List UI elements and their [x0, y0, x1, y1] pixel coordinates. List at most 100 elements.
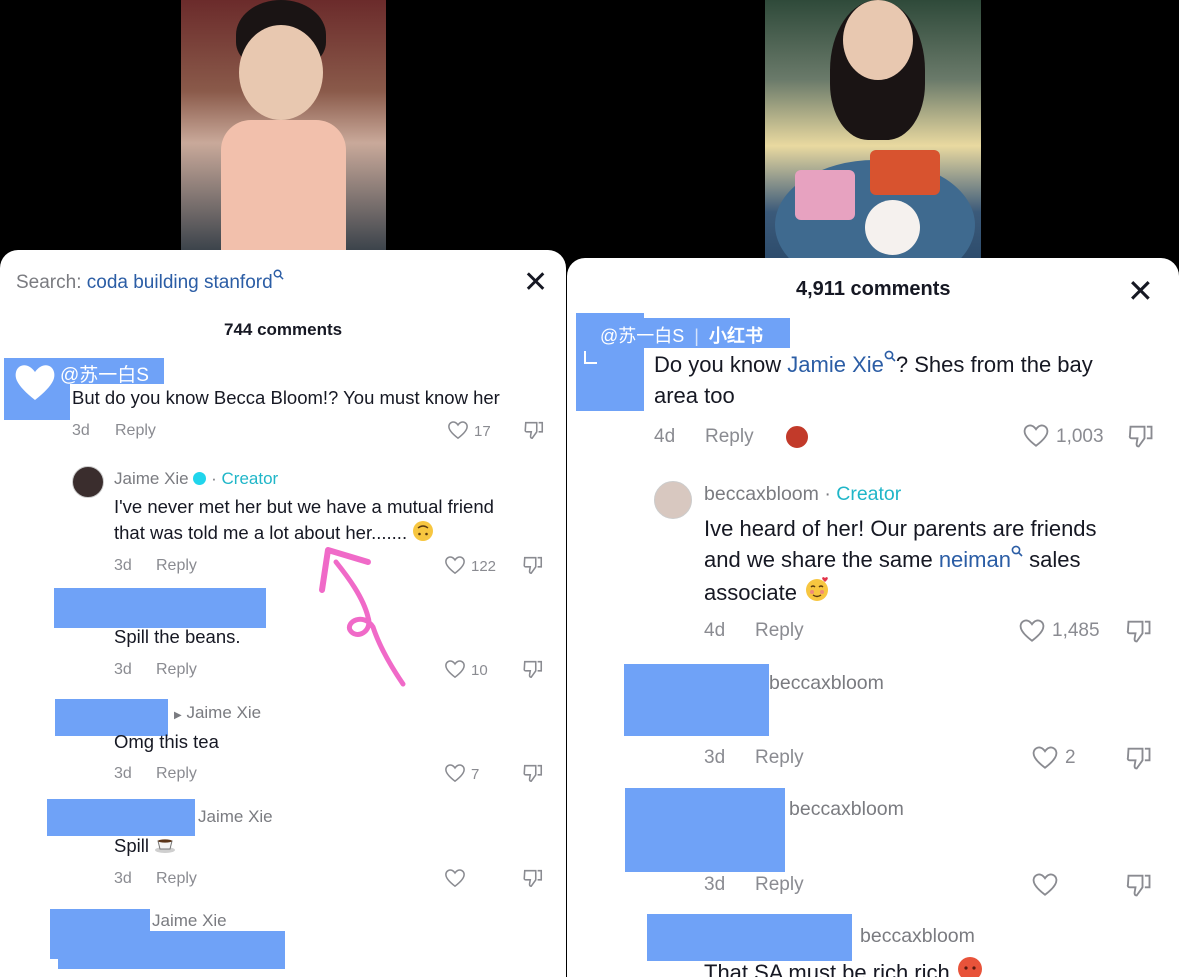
- like-count: 1,485: [1052, 620, 1100, 641]
- search-bar[interactable]: Search: coda building stanford: [16, 269, 284, 294]
- reply-to-name[interactable]: beccaxbloom: [789, 798, 904, 821]
- right-video-frame[interactable]: [765, 0, 981, 265]
- dislike-icon[interactable]: [1125, 871, 1153, 899]
- reply-button[interactable]: Reply: [156, 661, 197, 679]
- comment-text-part: ? Shes from the bay: [895, 352, 1093, 377]
- reply-to-name[interactable]: Jaime Xie: [186, 703, 261, 722]
- reply-button[interactable]: Reply: [115, 422, 156, 440]
- dislike-icon[interactable]: [522, 867, 544, 889]
- close-icon[interactable]: ✕: [1127, 275, 1154, 307]
- watermark-text: @苏一白S: [60, 365, 149, 386]
- coffee-emoji: [155, 839, 176, 853]
- verified-icon: [193, 472, 207, 485]
- comment-text: Spill the beans.: [114, 626, 241, 647]
- heart-icon[interactable]: [1031, 872, 1059, 897]
- comment-text-line1: Do you know Jamie Xie ? Shes from the bay: [654, 349, 1093, 380]
- reply-to: ▶ Jaime Xie: [174, 703, 261, 723]
- comment-time: 3d: [114, 870, 132, 887]
- reply-button[interactable]: Reply: [156, 870, 197, 888]
- creator-badge: Creator: [221, 469, 279, 488]
- comment-time: 3d: [114, 661, 132, 678]
- heart-icon[interactable]: [1018, 618, 1046, 643]
- reply-to-name[interactable]: beccaxbloom: [860, 925, 975, 948]
- comment-text: Omg this tea: [114, 731, 219, 752]
- right-video-cake-1: [795, 170, 855, 220]
- redacted-username: [647, 914, 852, 961]
- watermark-heart-icon: [15, 365, 55, 400]
- dislike-icon[interactable]: [1127, 422, 1155, 450]
- comment-text-line3: associate: [704, 575, 831, 608]
- like-count: 1,003: [1056, 426, 1104, 447]
- right-video-cake-3: [865, 200, 920, 255]
- dislike-icon[interactable]: [522, 658, 544, 680]
- like-count: 17: [474, 423, 491, 440]
- reply-to-name[interactable]: Jaime Xie: [198, 807, 273, 827]
- comment-time: 4d: [704, 620, 726, 641]
- smiling-hearts-emoji: [806, 577, 829, 601]
- search-icon[interactable]: [884, 350, 896, 362]
- close-icon[interactable]: ✕: [523, 268, 548, 298]
- creator-liked-avatar: [784, 424, 810, 450]
- creator-badge: Creator: [836, 483, 902, 505]
- comment-time: 3d: [704, 874, 726, 895]
- reply-button[interactable]: Reply: [156, 557, 197, 575]
- separator: ·: [211, 469, 217, 488]
- left-video-frame[interactable]: [181, 0, 386, 260]
- left-comments-panel: Search: coda building stanford ✕ 744 com…: [0, 250, 566, 977]
- reply-to-name[interactable]: beccaxbloom: [769, 672, 884, 695]
- redacted-username: [625, 788, 785, 872]
- reply-button[interactable]: Reply: [755, 874, 804, 896]
- comment-text-part: and we share the same: [704, 547, 939, 572]
- like-count: 7: [471, 766, 480, 783]
- comment-text-content: Spill: [114, 835, 149, 856]
- avatar[interactable]: [654, 481, 692, 519]
- comments-count: 744 comments: [224, 320, 343, 339]
- avatar[interactable]: [72, 466, 104, 498]
- reply-button[interactable]: Reply: [755, 620, 804, 642]
- search-icon[interactable]: [273, 269, 284, 280]
- dislike-icon[interactable]: [522, 762, 544, 784]
- like-count: 122: [471, 558, 497, 575]
- comment-time: 3d: [704, 747, 726, 768]
- dislike-icon[interactable]: [522, 554, 544, 576]
- comment-text-line2: area too: [654, 383, 735, 408]
- comment-text-line1: Ive heard of her! Our parents are friend…: [704, 516, 1097, 541]
- heart-icon[interactable]: [1022, 423, 1050, 448]
- search-query[interactable]: coda building stanford: [87, 272, 273, 293]
- comments-count: 4,911 comments: [796, 278, 951, 300]
- reply-to-name[interactable]: Jaime Xie: [152, 911, 227, 931]
- heart-icon[interactable]: [444, 555, 466, 575]
- arrow-annotation: [319, 547, 406, 687]
- comment-text: Spill: [114, 833, 178, 859]
- hot-face-emoji: [957, 957, 982, 977]
- dislike-icon[interactable]: [523, 419, 545, 441]
- reply-button[interactable]: Reply: [755, 747, 804, 769]
- reply-button[interactable]: Reply: [705, 426, 754, 448]
- heart-icon[interactable]: [1031, 745, 1059, 770]
- watermark-handle: @苏一白S: [600, 326, 685, 346]
- redacted-username: [47, 799, 195, 836]
- comment-text-line2: and we share the same neiman sales: [704, 544, 1080, 575]
- dislike-icon[interactable]: [1125, 744, 1153, 772]
- mention-link[interactable]: Jamie Xie: [787, 352, 884, 377]
- heart-icon[interactable]: [444, 763, 466, 783]
- heart-icon[interactable]: [444, 659, 466, 679]
- reply-button[interactable]: Reply: [156, 765, 197, 783]
- heart-icon[interactable]: [444, 868, 466, 888]
- author-name[interactable]: Jaime Xie: [114, 469, 189, 488]
- right-video-cake-2: [870, 150, 940, 195]
- upside-down-face-emoji: [413, 521, 434, 541]
- search-prefix: Search:: [16, 272, 82, 293]
- heart-icon[interactable]: [447, 420, 469, 440]
- comment-time: 3d: [72, 422, 90, 439]
- dislike-icon[interactable]: [1125, 617, 1153, 645]
- right-video-face: [843, 0, 913, 80]
- comment-text-content: That SA must be rich rich: [704, 960, 950, 977]
- comment-author[interactable]: beccaxbloom · Creator: [704, 483, 901, 506]
- search-icon[interactable]: [1011, 545, 1023, 557]
- author-name[interactable]: beccaxbloom: [704, 483, 819, 505]
- comment-text-line1: I've never met her but we have a mutual …: [114, 496, 494, 517]
- keyword-link[interactable]: neiman: [939, 547, 1011, 572]
- comment-author[interactable]: Jaime Xie · Creator: [114, 469, 278, 489]
- right-comments-panel: 4,911 comments ✕ @苏一白S | 小红书 Do you know…: [567, 258, 1179, 977]
